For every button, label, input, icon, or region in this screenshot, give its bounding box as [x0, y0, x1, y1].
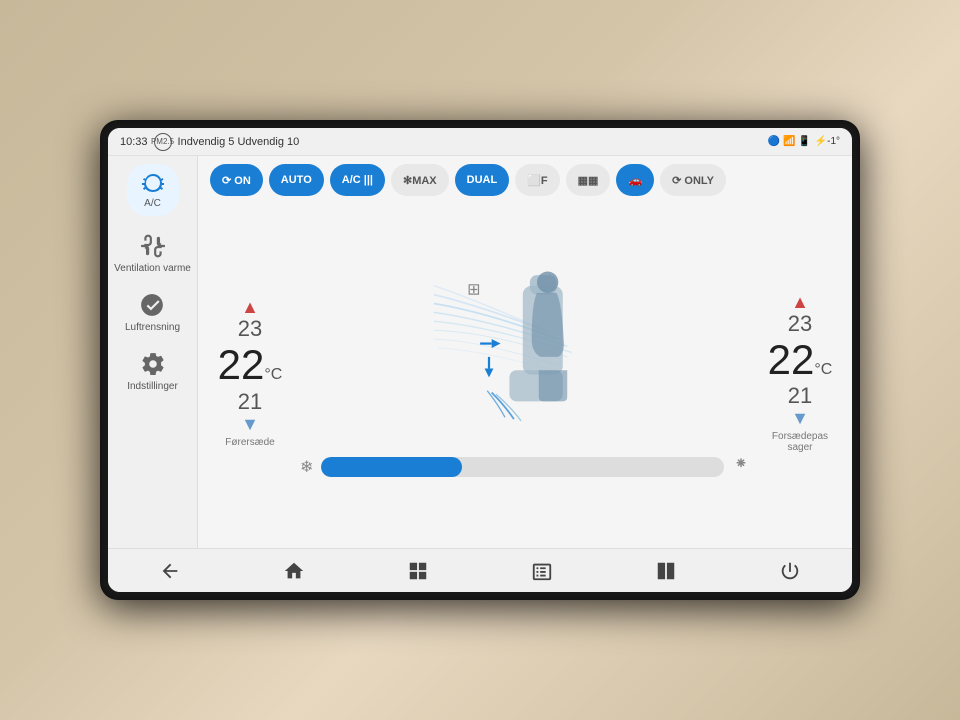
status-bar-right: 🔵 📶 📱 ⚡-1°	[768, 136, 840, 147]
left-temp-above: 23	[238, 316, 262, 342]
settings-label: Indstillinger	[127, 381, 178, 393]
max-button[interactable]: ✻MAX	[391, 164, 449, 196]
connectivity-icons: 🔵 📶 📱	[768, 136, 811, 147]
home-button[interactable]	[276, 553, 312, 589]
air-quality: Indvendig 5 Udvendig 10	[178, 136, 300, 148]
fan-only-button[interactable]: ⟳ ONLY	[660, 164, 726, 196]
left-seat-label: Førersæde	[225, 437, 274, 448]
fan-speed-control: ❄	[290, 456, 760, 479]
sidebar-item-ac[interactable]: A/C	[127, 164, 179, 216]
left-temp-control: ▲ 23 22°C 21 ▼ Førersæde	[210, 206, 290, 540]
temp-area: ▲ 23 22°C 21 ▼ Førersæde	[210, 206, 840, 540]
bottom-nav	[108, 548, 852, 592]
right-temp-above: 23	[788, 311, 812, 337]
fan-on-button[interactable]: ⟳ ON	[210, 164, 263, 196]
fan-slider-fill	[321, 457, 462, 477]
pm-text: PM2.5	[151, 137, 174, 146]
ventilation-label: Ventilation varme	[114, 263, 191, 275]
back-button[interactable]	[152, 553, 188, 589]
right-seat-label: Forsædepas sager	[760, 431, 840, 453]
airpurify-label: Luftrensning	[125, 322, 180, 334]
pm-indicator: PM2.5	[154, 133, 172, 151]
sidebar-item-airpurify[interactable]: Luftrensning	[125, 291, 180, 334]
status-bar-left: 10:33 PM2.5 Indvendig 5 Udvendig 10	[120, 133, 299, 151]
sidebar: A/C Ventilation varme	[108, 156, 198, 548]
center-panel: ⟳ ON AUTO A/C ||| ✻MAX DUAL ⬜F ▦▦ 🚗 ⟳ ON…	[198, 156, 852, 548]
overview-button[interactable]	[400, 553, 436, 589]
svg-text:⊞: ⊞	[467, 281, 480, 298]
right-temp-below: 21	[788, 383, 812, 409]
ac-label: A/C	[139, 198, 167, 210]
car-mode-button[interactable]: 🚗	[616, 164, 654, 196]
airpurify-icon	[138, 291, 166, 319]
screen: 10:33 PM2.5 Indvendig 5 Udvendig 10 🔵 📶 …	[108, 128, 852, 592]
fan-min-icon: ❄	[300, 457, 313, 477]
right-temp-control: ▲ 23 22°C 21 ▼ Forsædepas sager	[760, 206, 840, 540]
fan-max-icon	[732, 456, 750, 479]
ac-icon	[139, 170, 167, 198]
status-bar: 10:33 PM2.5 Indvendig 5 Udvendig 10 🔵 📶 …	[108, 128, 852, 156]
left-temp-below: 21	[238, 389, 262, 415]
right-temp-down[interactable]: ▼	[791, 409, 809, 427]
auto-button[interactable]: AUTO	[269, 164, 324, 196]
car-surround: 10:33 PM2.5 Indvendig 5 Udvendig 10 🔵 📶 …	[0, 0, 960, 720]
settings-icon	[139, 350, 167, 378]
right-temp-value: 22°C	[768, 337, 833, 383]
dual-button[interactable]: DUAL	[455, 164, 510, 196]
left-temp-down[interactable]: ▼	[241, 415, 259, 433]
center-viz: ⊞ ❄	[290, 206, 760, 540]
sidebar-item-settings[interactable]: Indstillinger	[127, 350, 178, 393]
top-buttons: ⟳ ON AUTO A/C ||| ✻MAX DUAL ⬜F ▦▦ 🚗 ⟳ ON…	[210, 164, 840, 196]
time-display: 10:33	[120, 136, 148, 148]
screen-bezel: 10:33 PM2.5 Indvendig 5 Udvendig 10 🔵 📶 …	[100, 120, 860, 600]
battery-level: ⚡-1°	[815, 136, 840, 147]
sidebar-item-ventilation[interactable]: Ventilation varme	[114, 232, 191, 275]
rear-defrost-button[interactable]: ▦▦	[566, 164, 611, 196]
seat-visualization: ⊞	[415, 268, 635, 448]
left-temp-value: 22°C	[218, 342, 283, 388]
ventilation-icon	[139, 232, 167, 260]
right-temp-up[interactable]: ▲	[791, 293, 809, 311]
fan-slider-track[interactable]	[321, 457, 724, 477]
main-content: A/C Ventilation varme	[108, 156, 852, 548]
windshield-button[interactable]: ⬜F	[515, 164, 559, 196]
split-button[interactable]	[648, 553, 684, 589]
ac-mode-button[interactable]: A/C |||	[330, 164, 385, 196]
power-button[interactable]	[772, 553, 808, 589]
left-temp-up[interactable]: ▲	[241, 298, 259, 316]
apps-button[interactable]	[524, 553, 560, 589]
